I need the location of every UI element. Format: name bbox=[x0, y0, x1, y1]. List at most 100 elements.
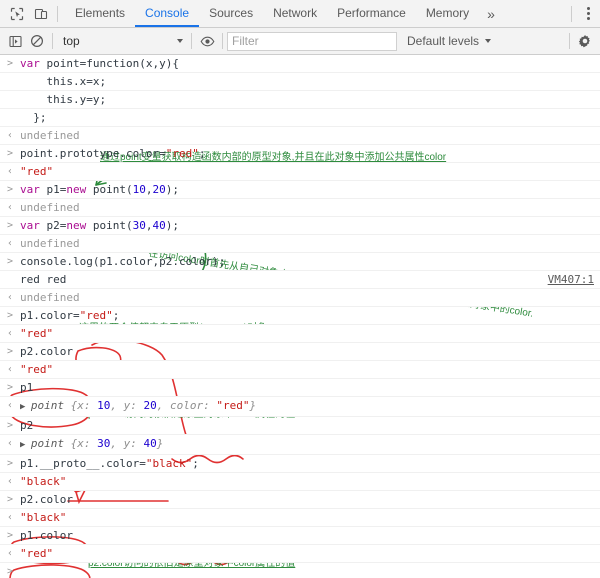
tab-console-label: Console bbox=[145, 5, 190, 20]
console-line-gutter: > bbox=[6, 220, 14, 231]
tab-network-label: Network bbox=[273, 5, 318, 20]
console-line-text: ▶ point {x: 30, y: 40} bbox=[20, 437, 164, 450]
tab-elements-label: Elements bbox=[75, 5, 126, 20]
console-lines: > var point=function(x,y){ this.x=x; this… bbox=[0, 55, 600, 578]
console-line-text: var p1=new point(10,20); bbox=[20, 183, 179, 196]
console-line-result[interactable]: ‹ "red" bbox=[0, 361, 600, 379]
console-line-gutter: > bbox=[6, 530, 14, 541]
console-line-result[interactable]: ‹ undefined bbox=[0, 127, 600, 145]
console-line-input[interactable]: > p2 bbox=[0, 417, 600, 435]
console-line-gutter: ‹ bbox=[6, 328, 14, 339]
live-expression-icon[interactable] bbox=[196, 30, 218, 52]
console-line-gutter: ‹ bbox=[6, 438, 14, 449]
console-line-gutter: > bbox=[6, 184, 14, 195]
console-line-gutter: > bbox=[6, 346, 14, 357]
tabbar-right-divider bbox=[571, 5, 572, 22]
console-line-input[interactable]: > p2.color bbox=[0, 491, 600, 509]
console-line-gutter: ‹ bbox=[6, 238, 14, 249]
console-line-gutter: ‹ bbox=[6, 476, 14, 487]
console-line-result[interactable]: ‹ "red" bbox=[0, 545, 600, 563]
console-line-gutter: > bbox=[6, 420, 14, 431]
console-line-text: "red" bbox=[20, 363, 54, 376]
console-line-gutter: ‹ bbox=[6, 400, 14, 411]
execution-context-selector[interactable]: top bbox=[57, 32, 187, 51]
tab-elements[interactable]: Elements bbox=[65, 0, 135, 27]
console-line-text: var point=function(x,y){ bbox=[20, 57, 179, 70]
console-line-gutter: > bbox=[6, 382, 14, 393]
console-line-result[interactable]: ‹ undefined bbox=[0, 235, 600, 253]
console-line-text: p2.color bbox=[20, 345, 73, 358]
more-tabs-icon[interactable]: » bbox=[479, 0, 503, 27]
console-line-text: undefined bbox=[20, 129, 80, 142]
console-line-input-cont[interactable]: this.x=x; bbox=[0, 73, 600, 91]
console-line-result[interactable]: ‹ "red" bbox=[0, 325, 600, 343]
console-line-text: point.prototype.color="red"; bbox=[20, 147, 206, 160]
console-line-input-cont[interactable]: }; bbox=[0, 109, 600, 127]
console-line-text: p2 bbox=[20, 419, 34, 432]
console-line-input[interactable]: > var point=function(x,y){ bbox=[0, 55, 600, 73]
tab-memory[interactable]: Memory bbox=[416, 0, 479, 27]
console-line-result[interactable]: ‹ "black" bbox=[0, 473, 600, 491]
console-line-text: }; bbox=[20, 111, 47, 124]
levels-chevron-down-icon bbox=[485, 39, 492, 43]
console-line-result[interactable]: ‹ undefined bbox=[0, 289, 600, 307]
console-line-gutter: ‹ bbox=[6, 548, 14, 559]
console-sidebar-icon[interactable] bbox=[4, 30, 26, 52]
log-levels-selector[interactable]: Default levels bbox=[407, 34, 492, 48]
console-line-text: this.y=y; bbox=[20, 93, 107, 106]
tab-network[interactable]: Network bbox=[263, 0, 327, 27]
chevron-down-icon bbox=[177, 39, 183, 43]
console-line-input[interactable]: > p1 bbox=[0, 379, 600, 397]
console-line-logout[interactable]: red red VM407:1 bbox=[0, 271, 600, 289]
tabbar-left-icons bbox=[0, 0, 65, 27]
device-toolbar-icon[interactable] bbox=[29, 2, 53, 26]
console-line-text: p2.color bbox=[20, 493, 73, 506]
tabbar-right bbox=[567, 0, 600, 27]
console-line-input[interactable]: > point.prototype.color="red"; bbox=[0, 145, 600, 163]
console-line-text: "red" bbox=[20, 327, 54, 340]
tab-performance-label: Performance bbox=[337, 5, 406, 20]
console-line-input[interactable]: > var p2=new point(30,40); bbox=[0, 217, 600, 235]
more-tabs-label: » bbox=[487, 5, 495, 22]
console-line-gutter: ‹ bbox=[6, 166, 14, 177]
console-line-result-obj[interactable]: ‹ ▶ point {x: 30, y: 40} bbox=[0, 435, 600, 455]
console-line-gutter: > bbox=[6, 494, 14, 505]
tab-sources[interactable]: Sources bbox=[199, 0, 263, 27]
filter-input[interactable] bbox=[227, 31, 397, 51]
console-line-text: "black" bbox=[20, 511, 67, 524]
console-line-input[interactable]: > console.log(p1.color,p2.color); bbox=[0, 253, 600, 271]
inspect-element-icon[interactable] bbox=[5, 2, 29, 26]
console-message-list[interactable]: 通过point变量获取构造函数内部的原型对象,并且在此对象中添加公共属性colo… bbox=[0, 55, 600, 578]
console-line-text: p1.__proto__.color="black"; bbox=[20, 457, 199, 470]
console-line-text: p1 bbox=[20, 381, 34, 394]
source-link[interactable]: VM407:1 bbox=[548, 272, 594, 287]
settings-gear-icon[interactable] bbox=[574, 30, 596, 52]
console-line-gutter: > bbox=[6, 148, 14, 159]
console-line-input-cont[interactable]: this.y=y; bbox=[0, 91, 600, 109]
devtools-tabbar: Elements Console Sources Network Perform… bbox=[0, 0, 600, 28]
console-toolbar: top Default levels bbox=[0, 28, 600, 55]
tab-performance[interactable]: Performance bbox=[327, 0, 416, 27]
console-line-gutter: > bbox=[6, 458, 14, 469]
console-line-gutter: > bbox=[6, 58, 14, 69]
console-line-input[interactable]: > var p1=new point(10,20); bbox=[0, 181, 600, 199]
console-line-text: "red" bbox=[20, 547, 54, 560]
console-line-input[interactable]: > p1.color="red"; bbox=[0, 307, 600, 325]
console-line-input[interactable]: > p1.__proto__.color="black"; bbox=[0, 455, 600, 473]
execution-context-label: top bbox=[63, 34, 80, 48]
kebab-menu-icon[interactable] bbox=[576, 2, 600, 26]
console-line-result[interactable]: ‹ undefined bbox=[0, 199, 600, 217]
console-toolbar-divider-1 bbox=[52, 33, 53, 49]
console-line-result[interactable]: ‹ "red" bbox=[0, 163, 600, 181]
console-line-text: undefined bbox=[20, 237, 80, 250]
console-line-input[interactable]: > p2.color bbox=[0, 343, 600, 361]
tab-sources-label: Sources bbox=[209, 5, 254, 20]
console-line-text: undefined bbox=[20, 201, 80, 214]
console-toolbar-divider-2 bbox=[191, 33, 192, 49]
console-line-result-obj[interactable]: ‹ ▶ point {x: 10, y: 20, color: "red"} bbox=[0, 397, 600, 417]
console-line-text: "black" bbox=[20, 475, 67, 488]
console-line-input[interactable]: > p1.color bbox=[0, 527, 600, 545]
clear-console-icon[interactable] bbox=[26, 30, 48, 52]
console-line-result[interactable]: ‹ "black" bbox=[0, 509, 600, 527]
tab-console[interactable]: Console bbox=[135, 0, 200, 27]
